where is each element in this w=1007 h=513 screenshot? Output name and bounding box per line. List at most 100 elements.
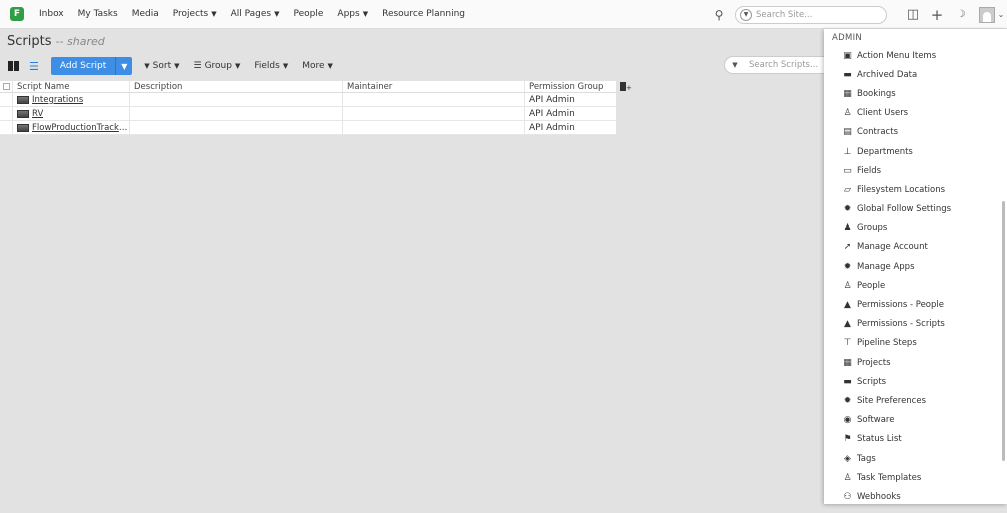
admin-item-global-follow-settings[interactable]: ✹ Global Follow Settings xyxy=(824,200,1007,219)
cell-permission-group[interactable]: API Admin xyxy=(525,121,616,134)
admin-item-client-users[interactable]: ♙ Client Users xyxy=(824,104,1007,123)
gear-icon: ✹ xyxy=(843,395,852,406)
more-button[interactable]: More ▼ xyxy=(302,61,333,71)
nav-item-inbox[interactable]: Inbox xyxy=(32,9,71,19)
script-link[interactable]: FlowProductionTracki... xyxy=(32,123,129,133)
column-header-permission-group[interactable]: Permission Group xyxy=(525,81,616,92)
search-scripts-input[interactable]: ▼ Search Scripts... xyxy=(724,56,834,74)
row-checkbox[interactable] xyxy=(0,107,13,120)
admin-item-manage-account[interactable]: ➚ Manage Account xyxy=(824,238,1007,257)
table-row[interactable]: RV API Admin xyxy=(0,107,616,121)
cell-maintainer[interactable] xyxy=(343,121,525,134)
admin-item-label: People xyxy=(857,280,886,291)
cell-script-name: RV xyxy=(13,107,130,120)
chevron-down-icon[interactable]: ⌄ xyxy=(995,10,1007,19)
admin-item-site-preferences[interactable]: ✹ Site Preferences xyxy=(824,391,1007,410)
group-button[interactable]: ☰ Group ▼ xyxy=(194,61,241,71)
caret-icon: ▼ xyxy=(327,62,333,70)
plus-icon[interactable]: + xyxy=(925,6,949,24)
admin-item-bookings[interactable]: ▦ Bookings xyxy=(824,84,1007,103)
admin-item-permissions-scripts[interactable]: ▲ Permissions - Scripts xyxy=(824,315,1007,334)
admin-item-permissions-people[interactable]: ▲ Permissions - People xyxy=(824,295,1007,314)
contract-icon: ▤ xyxy=(843,127,852,138)
task-template-icon: ♙ xyxy=(843,472,852,483)
gift-icon[interactable]: ◫ xyxy=(901,7,925,22)
admin-item-webhooks[interactable]: ⚇ Webhooks xyxy=(824,487,1007,504)
moon-icon[interactable]: ☽ xyxy=(949,9,973,20)
cell-description[interactable] xyxy=(130,93,343,106)
admin-item-archived-data[interactable]: ▬ Archived Data xyxy=(824,65,1007,84)
avatar[interactable] xyxy=(979,6,995,23)
admin-item-label: Filesystem Locations xyxy=(857,184,946,195)
nav-item-label: Inbox xyxy=(39,9,64,19)
lock-icon: ▲ xyxy=(844,319,851,330)
gear-icon: ✹ xyxy=(843,261,852,272)
fields-button[interactable]: Fields ▼ xyxy=(254,61,288,71)
search-site-placeholder: Search Site... xyxy=(756,9,813,20)
admin-item-tags[interactable]: ◈ Tags xyxy=(824,449,1007,468)
admin-item-contracts[interactable]: ▤ Contracts xyxy=(824,123,1007,142)
chevron-down-icon[interactable]: ▼ xyxy=(729,59,741,71)
row-checkbox[interactable] xyxy=(0,93,13,106)
table-row[interactable]: FlowProductionTracki... API Admin xyxy=(0,121,616,135)
cell-maintainer[interactable] xyxy=(343,107,525,120)
admin-item-label: Manage Account xyxy=(857,242,928,253)
archive-icon: ▬ xyxy=(843,69,852,80)
add-column-icon[interactable] xyxy=(620,82,632,92)
nav-item-people[interactable]: People xyxy=(287,9,331,19)
admin-item-fields[interactable]: ▭ Fields xyxy=(824,161,1007,180)
admin-item-task-templates[interactable]: ♙ Task Templates xyxy=(824,468,1007,487)
grid-view-icon[interactable] xyxy=(8,61,19,71)
chevron-down-icon[interactable]: ▼ xyxy=(740,8,752,21)
nav-item-media[interactable]: Media xyxy=(125,9,166,19)
cell-permission-group[interactable]: API Admin xyxy=(525,93,616,106)
nav-item-projects[interactable]: Projects ▼ xyxy=(166,9,224,19)
search-site-input[interactable]: ▼ Search Site... xyxy=(735,5,887,24)
cell-permission-group[interactable]: API Admin xyxy=(525,107,616,120)
admin-item-manage-apps[interactable]: ✹ Manage Apps xyxy=(824,257,1007,276)
caret-icon: ▼ xyxy=(174,62,180,70)
add-script-menu-button[interactable]: ▼ xyxy=(115,57,133,75)
admin-item-groups[interactable]: ♟ Groups xyxy=(824,219,1007,238)
cell-script-name: Integrations xyxy=(13,93,130,106)
sort-button[interactable]: ▼ Sort ▼ xyxy=(144,61,179,71)
column-header-maintainer[interactable]: Maintainer xyxy=(343,81,525,92)
admin-item-scripts[interactable]: ▬ Scripts xyxy=(824,372,1007,391)
nav-item-resource-planning[interactable]: Resource Planning xyxy=(375,9,472,19)
admin-item-people[interactable]: ♙ People xyxy=(824,276,1007,295)
chevron-down-icon: ▼ xyxy=(211,10,217,18)
page-subtitle: -- shared xyxy=(55,35,105,48)
nav-item-apps[interactable]: Apps ▼ xyxy=(330,9,375,19)
script-icon: ▬ xyxy=(843,376,852,387)
script-link[interactable]: Integrations xyxy=(32,95,83,105)
search-icon[interactable]: ⚲ xyxy=(707,8,731,22)
nav-item-label: My Tasks xyxy=(77,9,118,19)
app-logo[interactable]: F xyxy=(10,7,24,21)
admin-item-projects[interactable]: ▦ Projects xyxy=(824,353,1007,372)
admin-item-status-list[interactable]: ⚑ Status List xyxy=(824,430,1007,449)
admin-item-label: Manage Apps xyxy=(857,261,915,272)
top-nav: F Inbox My Tasks Media Projects ▼ All Pages ▼ P… xyxy=(0,0,1007,29)
admin-item-pipeline-steps[interactable]: ⊤ Pipeline Steps xyxy=(824,334,1007,353)
add-script-button[interactable]: Add Script xyxy=(50,57,116,75)
table-row[interactable]: Integrations API Admin xyxy=(0,93,616,107)
nav-item-my-tasks[interactable]: My Tasks xyxy=(71,9,125,19)
script-link[interactable]: RV xyxy=(32,109,43,119)
select-all-checkbox[interactable] xyxy=(0,81,13,92)
cell-description[interactable] xyxy=(130,121,343,134)
list-view-icon[interactable]: ☰ xyxy=(29,60,39,73)
nav-item-all-pages[interactable]: All Pages ▼ xyxy=(224,9,287,19)
cell-description[interactable] xyxy=(130,107,343,120)
admin-menu-header: ADMIN xyxy=(832,32,863,43)
column-header-description[interactable]: Description xyxy=(130,81,343,92)
cell-maintainer[interactable] xyxy=(343,93,525,106)
admin-item-departments[interactable]: ⊥ Departments xyxy=(824,142,1007,161)
admin-item-software[interactable]: ◉ Software xyxy=(824,411,1007,430)
pipeline-icon: ⊤ xyxy=(843,338,852,349)
admin-item-filesystem-locations[interactable]: ▱ Filesystem Locations xyxy=(824,180,1007,199)
admin-item-action-menu-items[interactable]: ▣ Action Menu Items xyxy=(824,46,1007,65)
row-checkbox[interactable] xyxy=(0,121,13,134)
flag-icon: ⚑ xyxy=(843,434,852,445)
admin-menu-scrollbar[interactable] xyxy=(1002,201,1005,461)
column-header-script-name[interactable]: Script Name xyxy=(13,81,130,92)
